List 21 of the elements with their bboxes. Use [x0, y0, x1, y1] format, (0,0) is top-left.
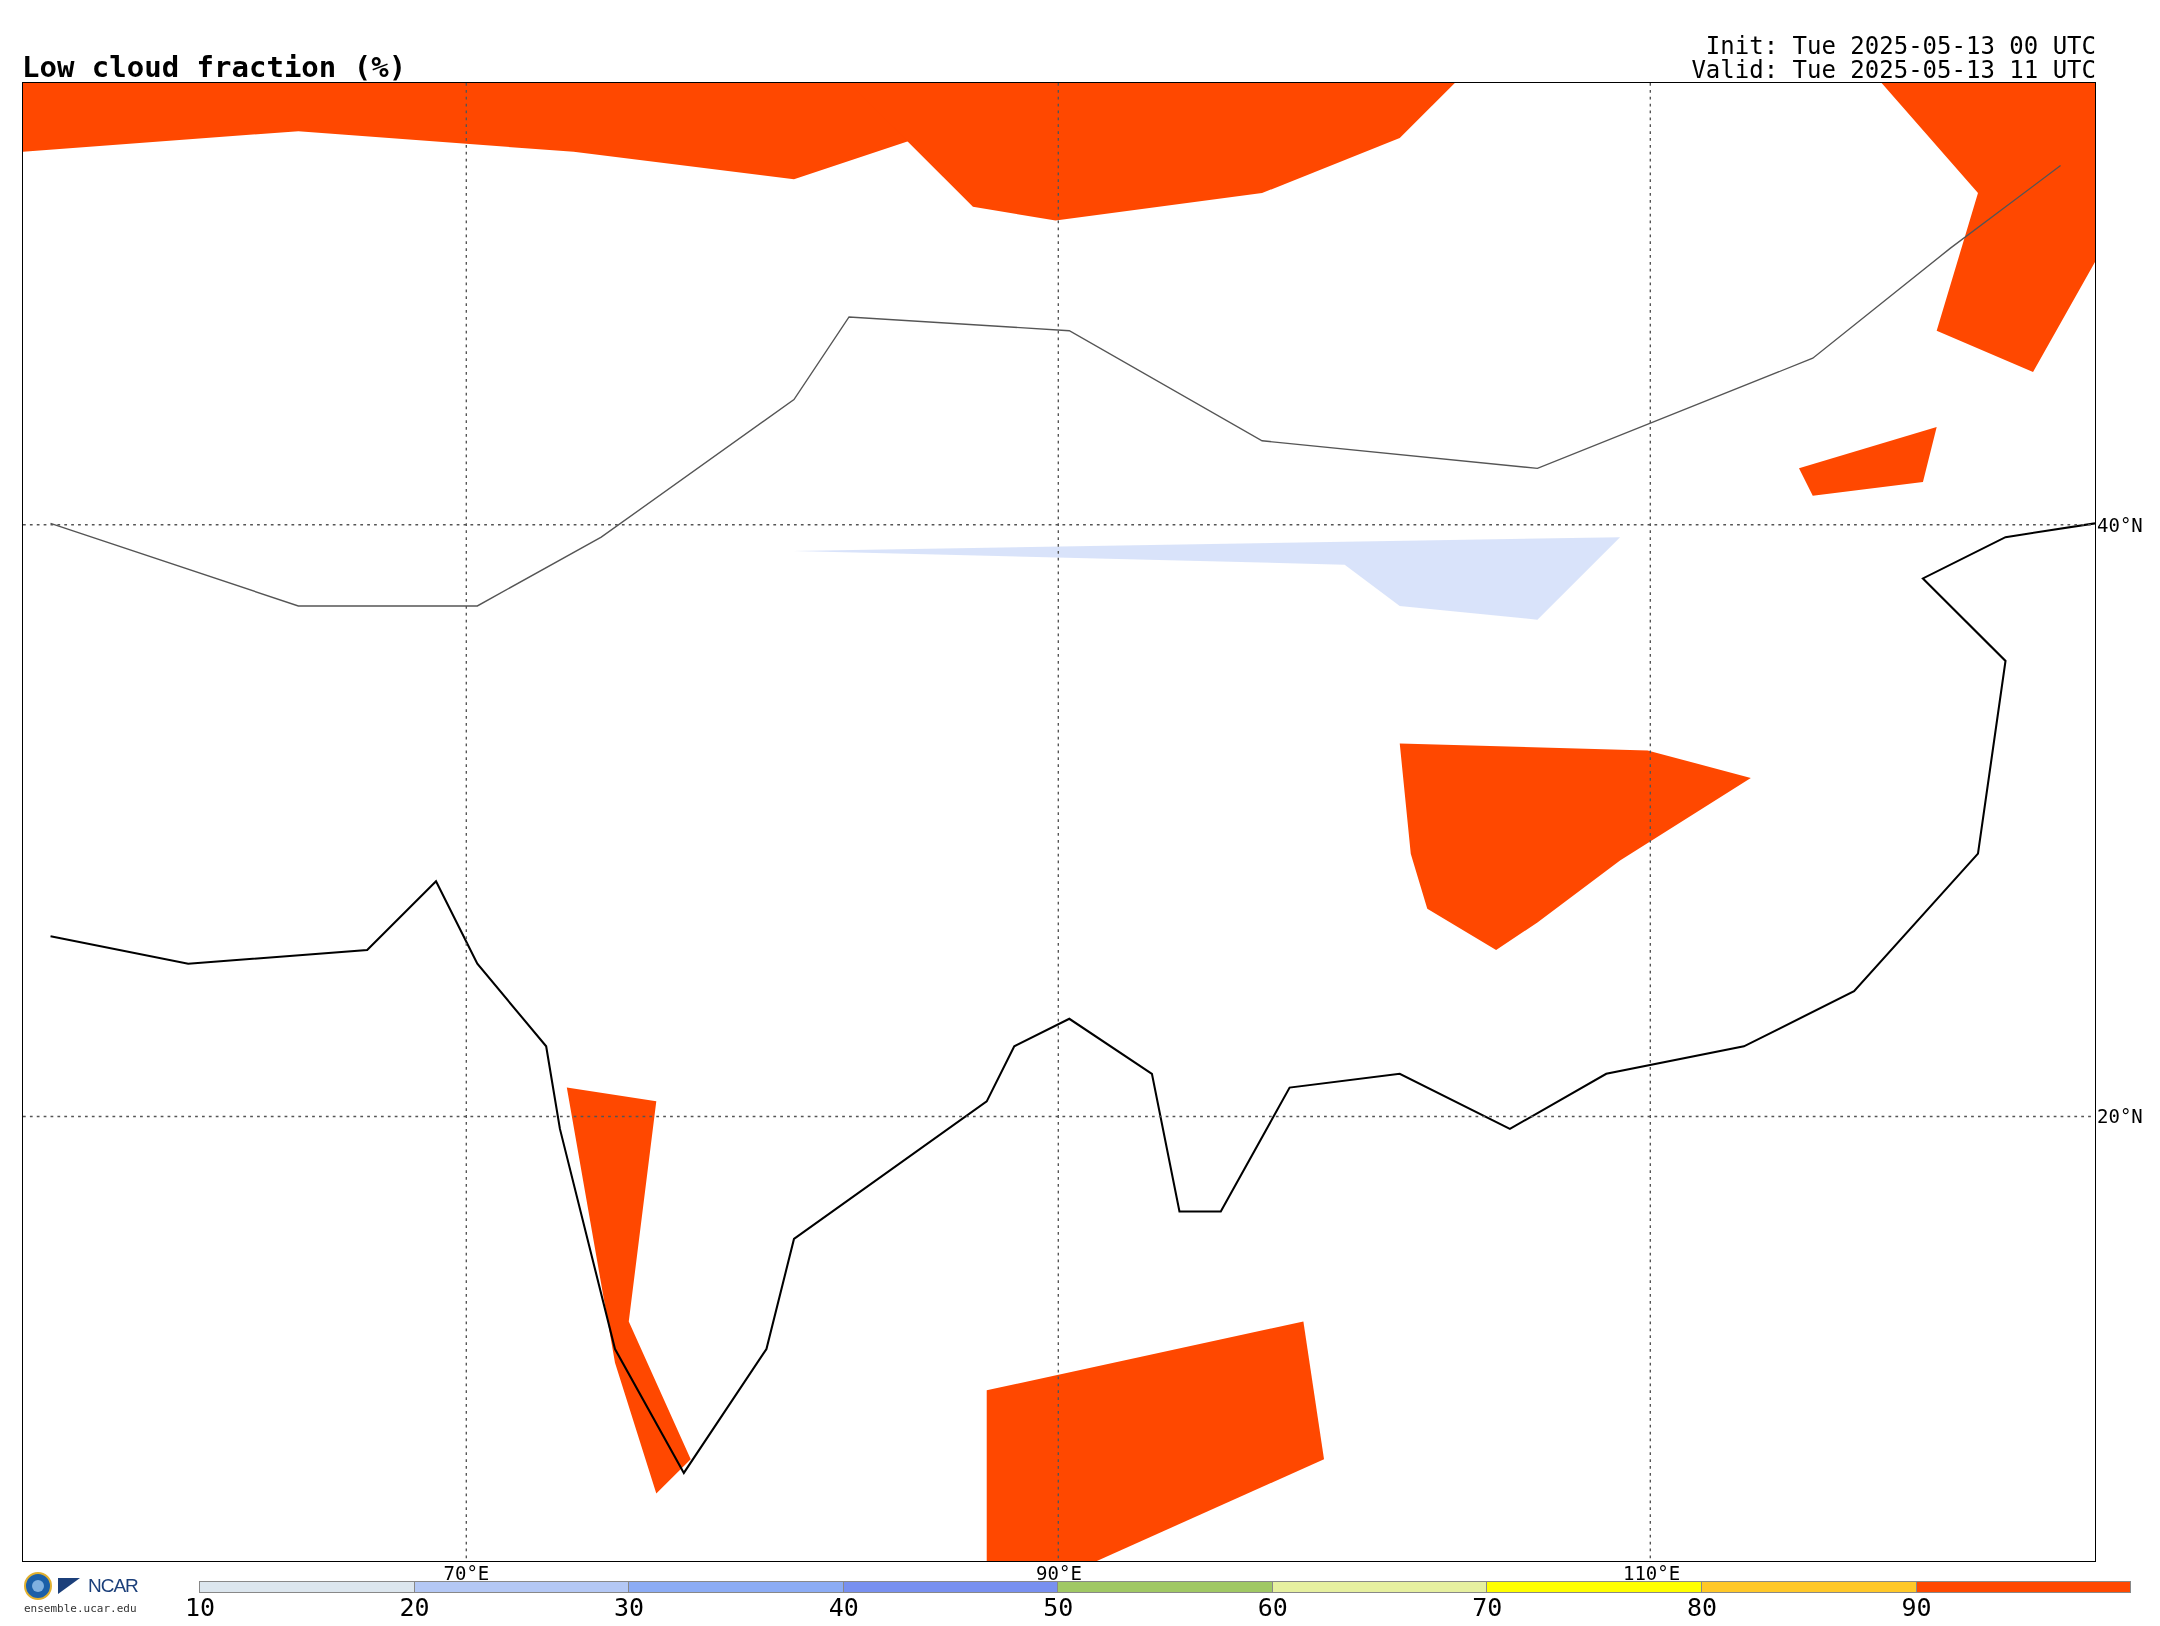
init-time: Init: Tue 2025-05-13 00 UTC	[1705, 34, 2096, 58]
site-url: ensemble.ucar.edu	[24, 1602, 137, 1615]
colorbar-label: 70	[1472, 1595, 1503, 1620]
latitude-label: 20°N	[2097, 1106, 2143, 1126]
chart-title: Low cloud fraction (%)	[22, 53, 407, 82]
colorbar-label: 30	[614, 1595, 645, 1620]
logo-icon	[58, 1576, 82, 1596]
colorbar-label: 60	[1257, 1595, 1288, 1620]
colorbar-label: 10	[184, 1595, 216, 1620]
colorbar-label: 20	[399, 1595, 430, 1620]
logo-text: NCAR	[88, 1575, 138, 1597]
seal-icon	[24, 1572, 52, 1600]
longitude-label: 70°E	[443, 1564, 490, 1583]
latitude-label: 40°N	[2097, 515, 2143, 535]
longitude-label: 110°E	[1623, 1564, 1681, 1583]
colorbar-label: 90	[1901, 1595, 1932, 1620]
longitude-label: 90°E	[1036, 1564, 1082, 1583]
colorbar-label: 50	[1043, 1595, 1074, 1620]
colorbar-label: 80	[1686, 1595, 1717, 1620]
valid-time: Valid: Tue 2025-05-13 11 UTC	[1691, 58, 2096, 82]
colorbar-label: 40	[828, 1595, 859, 1620]
